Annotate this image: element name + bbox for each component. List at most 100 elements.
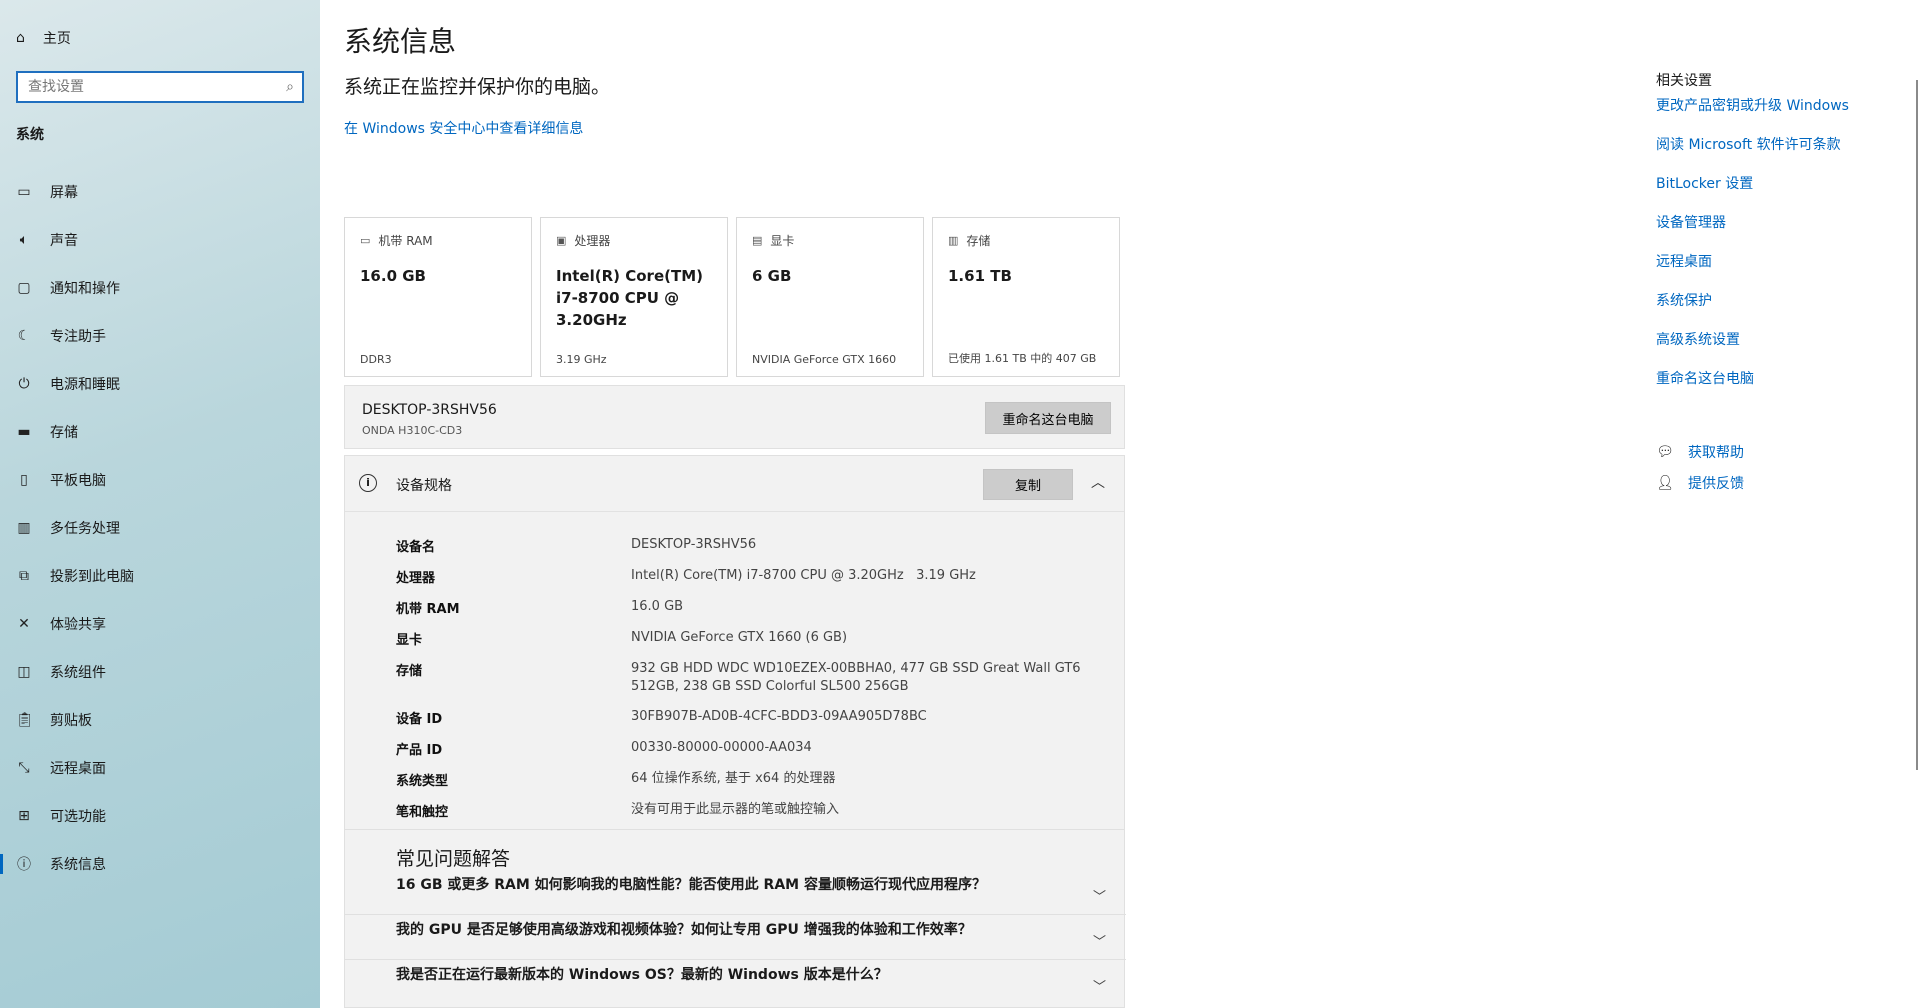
spec-row: 处理器 Intel(R) Core(TM) i7-8700 CPU @ 3.20… (396, 567, 1096, 586)
sidebar-item-components[interactable]: ◫ 系统组件 (0, 648, 320, 696)
sidebar-item-power[interactable]: ⏻ 电源和睡眠 (0, 360, 320, 408)
sidebar-item-label: 系统信息 (50, 857, 106, 873)
feedback-row[interactable]: 👤︎ 提供反馈 (1656, 467, 1744, 498)
ram-card: ▭ 机带 RAM 16.0 GB DDR3 (344, 217, 532, 377)
sidebar-item-label: 系统组件 (50, 665, 106, 681)
sidebar: ⌂ 主页 ⌕ 系统 ▭ 屏幕 🔈︎ 声音 ▢ 通知和操作 ☾ 专注助手 ⏻ 电源… (0, 0, 320, 1008)
link-license-terms[interactable]: 阅读 Microsoft 软件许可条款 (1656, 135, 1849, 174)
spec-row: 机带 RAM 16.0 GB (396, 598, 1096, 617)
sidebar-item-label: 专注助手 (50, 329, 106, 345)
faq-question: 16 GB 或更多 RAM 如何影响我的电脑性能？能否使用此 RAM 容量顺畅运… (396, 877, 986, 893)
sidebar-item-label: 平板电脑 (50, 473, 106, 489)
spec-row: 设备名 DESKTOP-3RSHV56 (396, 536, 1096, 555)
sidebar-item-label: 剪贴板 (50, 713, 92, 729)
link-device-manager[interactable]: 设备管理器 (1656, 213, 1849, 252)
link-advanced-system-settings[interactable]: 高级系统设置 (1656, 330, 1849, 369)
rename-pc-button[interactable]: 重命名这台电脑 (985, 402, 1111, 434)
pc-name: DESKTOP-3RSHV56 (362, 402, 497, 418)
spec-key: 处理器 (396, 571, 436, 586)
storage-card: ▥ 存储 1.61 TB 已使用 1.61 TB 中的 407 GB (932, 217, 1120, 377)
sidebar-item-label: 电源和睡眠 (50, 377, 120, 393)
spec-key: 存储 (396, 664, 423, 679)
spec-cards: ▭ 机带 RAM 16.0 GB DDR3 ▣ 处理器 Intel(R) Cor… (344, 217, 1120, 377)
spec-row: 存储 932 GB HDD WDC WD10EZEX-00BBHA0, 477 … (396, 660, 1096, 696)
link-remote-desktop[interactable]: 远程桌面 (1656, 252, 1849, 291)
remote-icon: ⤡ (18, 760, 30, 776)
sidebar-home[interactable]: ⌂ 主页 (16, 28, 71, 48)
sidebar-item-project[interactable]: ⧉ 投影到此电脑 (0, 552, 320, 600)
power-icon: ⏻ (18, 376, 30, 392)
sidebar-item-label: 多任务处理 (50, 521, 120, 537)
card-foot: NVIDIA GeForce GTX 1660 (752, 353, 897, 366)
card-value: Intel(R) Core(TM) i7-8700 CPU @ 3.20GHz (556, 267, 703, 329)
help-chat-icon: 💬︎ (1656, 443, 1674, 460)
info-icon: ⓘ (17, 857, 31, 873)
sidebar-item-label: 屏幕 (50, 185, 78, 201)
spec-row: 产品 ID 00330-80000-00000-AA034 (396, 739, 1096, 758)
card-foot: DDR3 (360, 353, 392, 366)
faq-item-windows-version[interactable]: 我是否正在运行最新版本的 Windows OS？最新的 Windows 版本是什… (345, 960, 1126, 1005)
gpu-card: ▤ 显卡 6 GB NVIDIA GeForce GTX 1660 (736, 217, 924, 377)
sidebar-item-shared-experiences[interactable]: ✕ 体验共享 (0, 600, 320, 648)
related-links: 更改产品密钥或升级 Windows 阅读 Microsoft 软件许可条款 Bi… (1656, 96, 1849, 408)
search-input[interactable] (26, 78, 287, 96)
link-system-protection[interactable]: 系统保护 (1656, 291, 1849, 330)
search-box[interactable]: ⌕ (16, 71, 304, 103)
sidebar-item-notifications[interactable]: ▢ 通知和操作 (0, 264, 320, 312)
sidebar-item-label: 可选功能 (50, 809, 106, 825)
sidebar-item-label: 投影到此电脑 (50, 569, 134, 585)
sidebar-item-remote-desktop[interactable]: ⤡ 远程桌面 (0, 744, 320, 792)
feedback-link[interactable]: 提供反馈 (1688, 473, 1744, 493)
spec-value: 00330-80000-00000-AA034 (631, 740, 812, 755)
security-center-link[interactable]: 在 Windows 安全中心中查看详细信息 (344, 118, 583, 138)
faq-item-ram[interactable]: 16 GB 或更多 RAM 如何影响我的电脑性能？能否使用此 RAM 容量顺畅运… (345, 870, 1126, 915)
device-specs-header[interactable]: i 设备规格 复制 ︿ (345, 456, 1124, 512)
clipboard-icon: 📋︎ (16, 712, 34, 728)
copy-button[interactable]: 复制 (983, 469, 1073, 500)
related-settings-title: 相关设置 (1656, 73, 1712, 89)
chevron-down-icon[interactable]: ﹀ (1093, 931, 1106, 950)
sidebar-item-multitasking[interactable]: ▥ 多任务处理 (0, 504, 320, 552)
sidebar-item-label: 远程桌面 (50, 761, 106, 777)
search-icon[interactable]: ⌕ (286, 79, 294, 95)
card-label: 显卡 (770, 234, 795, 248)
sidebar-item-sound[interactable]: 🔈︎ 声音 (0, 216, 320, 264)
link-bitlocker[interactable]: BitLocker 设置 (1656, 174, 1849, 213)
sidebar-item-label: 体验共享 (50, 617, 106, 633)
sidebar-item-focus-assist[interactable]: ☾ 专注助手 (0, 312, 320, 360)
spec-value: Intel(R) Core(TM) i7-8700 CPU @ 3.20GHz … (631, 568, 976, 583)
sidebar-item-storage[interactable]: ▬ 存储 (0, 408, 320, 456)
spec-key: 设备 ID (396, 712, 443, 727)
get-help-row[interactable]: 💬︎ 获取帮助 (1656, 436, 1744, 467)
chevron-up-icon[interactable]: ︿ (1091, 472, 1105, 492)
card-label: 机带 RAM (378, 234, 433, 248)
storage-icon: ▬ (17, 424, 31, 440)
sidebar-item-label: 存储 (50, 425, 78, 441)
chevron-down-icon[interactable]: ﹀ (1093, 886, 1106, 905)
sidebar-item-tablet[interactable]: ▯ 平板电脑 (0, 456, 320, 504)
link-change-product-key[interactable]: 更改产品密钥或升级 Windows (1656, 96, 1849, 135)
components-icon: ◫ (17, 664, 31, 680)
memory-icon: ▭ (360, 234, 371, 247)
faq-item-gpu[interactable]: 我的 GPU 是否足够使用高级游戏和视频体验？如何让专用 GPU 增强我的体验和… (345, 915, 1126, 960)
chevron-down-icon[interactable]: ﹀ (1093, 976, 1106, 995)
sidebar-section-title: 系统 (16, 127, 44, 143)
spec-row: 设备 ID 30FB907B-AD0B-4CFC-BDD3-09AA905D78… (396, 708, 1096, 727)
faq-title: 常见问题解答 (396, 848, 511, 870)
sidebar-item-optional-features[interactable]: ⊞ 可选功能 (0, 792, 320, 840)
cpu-card: ▣ 处理器 Intel(R) Core(TM) i7-8700 CPU @ 3.… (540, 217, 728, 377)
spec-key: 显卡 (396, 633, 423, 648)
link-rename-pc[interactable]: 重命名这台电脑 (1656, 369, 1849, 408)
spec-value: NVIDIA GeForce GTX 1660 (6 GB) (631, 630, 848, 645)
card-foot: 已使用 1.61 TB 中的 407 GB (948, 352, 1097, 365)
sidebar-item-clipboard[interactable]: 📋︎ 剪贴板 (0, 696, 320, 744)
get-help-link[interactable]: 获取帮助 (1688, 442, 1744, 462)
spec-key: 设备名 (396, 540, 436, 555)
sidebar-item-about[interactable]: ⓘ 系统信息 (0, 840, 320, 888)
spec-value: 30FB907B-AD0B-4CFC-BDD3-09AA905D78BC (631, 709, 927, 724)
spec-row: 笔和触控 没有可用于此显示器的笔或触控输入 (396, 801, 1096, 820)
sidebar-item-display[interactable]: ▭ 屏幕 (0, 168, 320, 216)
scrollbar[interactable] (1916, 80, 1918, 770)
spec-key: 产品 ID (396, 743, 443, 758)
sidebar-item-label: 通知和操作 (50, 281, 120, 297)
